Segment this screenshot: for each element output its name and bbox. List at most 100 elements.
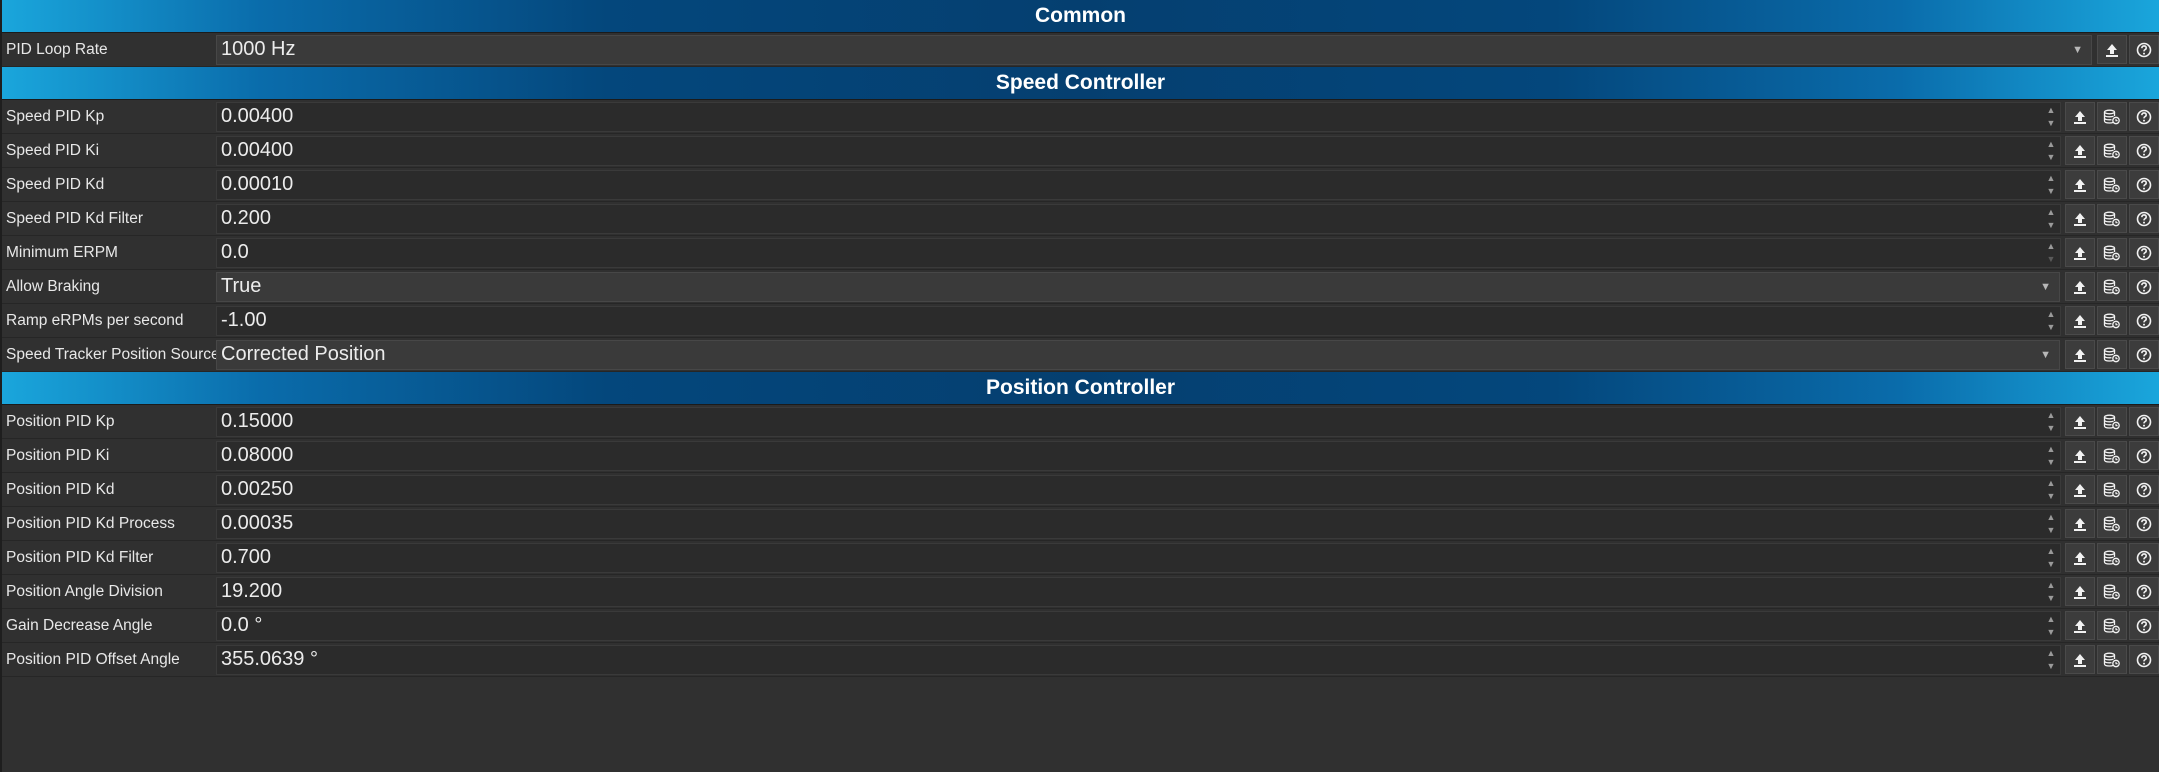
- speed-pid-kd-spinbox[interactable]: 0.00010 ▲ ▼: [216, 169, 2061, 200]
- spin-down-icon[interactable]: ▼: [2047, 593, 2056, 604]
- restore-default-button[interactable]: [2097, 136, 2127, 165]
- gain-decrease-angle-spinbox[interactable]: 0.0 ° ▲ ▼: [216, 610, 2061, 641]
- spin-up-icon[interactable]: ▲: [2047, 512, 2056, 523]
- upload-button[interactable]: [2065, 645, 2095, 674]
- help-button[interactable]: [2129, 35, 2159, 64]
- position-pid-offset-angle-spinbox[interactable]: 355.0639 ° ▲ ▼: [216, 644, 2061, 675]
- restore-default-button[interactable]: [2097, 204, 2127, 233]
- upload-button[interactable]: [2065, 577, 2095, 606]
- spin-down-icon[interactable]: ▼: [2047, 491, 2056, 502]
- param-label: Speed PID Ki: [6, 141, 100, 159]
- upload-button[interactable]: [2065, 509, 2095, 538]
- help-icon: [2136, 652, 2152, 667]
- spin-down-icon[interactable]: ▼: [2047, 118, 2056, 129]
- restore-default-button[interactable]: [2097, 170, 2127, 199]
- spin-down-icon[interactable]: ▼: [2047, 254, 2056, 265]
- help-button[interactable]: [2129, 611, 2159, 640]
- allow-braking-select[interactable]: True ▼: [216, 271, 2060, 302]
- position-pid-ki-spinbox[interactable]: 0.08000 ▲ ▼: [216, 440, 2061, 471]
- spin-down-icon[interactable]: ▼: [2047, 322, 2056, 333]
- restore-default-button[interactable]: [2097, 611, 2127, 640]
- help-button[interactable]: [2129, 340, 2159, 369]
- position-pid-kd-spinbox[interactable]: 0.00250 ▲ ▼: [216, 474, 2061, 505]
- restore-default-button[interactable]: [2097, 306, 2127, 335]
- speed-pid-kp-spinbox[interactable]: 0.00400 ▲ ▼: [216, 101, 2061, 132]
- upload-button[interactable]: [2065, 170, 2095, 199]
- help-button[interactable]: [2129, 543, 2159, 572]
- restore-default-button[interactable]: [2097, 340, 2127, 369]
- spin-down-icon[interactable]: ▼: [2047, 220, 2056, 231]
- help-button[interactable]: [2129, 645, 2159, 674]
- spin-down-icon[interactable]: ▼: [2047, 627, 2056, 638]
- spin-up-icon[interactable]: ▲: [2047, 173, 2056, 184]
- spin-buttons: ▲ ▼: [2044, 614, 2058, 638]
- help-button[interactable]: [2129, 475, 2159, 504]
- spin-down-icon[interactable]: ▼: [2047, 525, 2056, 536]
- spin-up-icon[interactable]: ▲: [2047, 410, 2056, 421]
- upload-button[interactable]: [2065, 407, 2095, 436]
- help-button[interactable]: [2129, 272, 2159, 301]
- spin-down-icon[interactable]: ▼: [2047, 186, 2056, 197]
- restore-default-button[interactable]: [2097, 577, 2127, 606]
- restore-default-button[interactable]: [2097, 407, 2127, 436]
- upload-button[interactable]: [2097, 35, 2127, 64]
- speed-tracker-position-source-select[interactable]: Corrected Position ▼: [216, 339, 2060, 370]
- spin-up-icon[interactable]: ▲: [2047, 478, 2056, 489]
- help-button[interactable]: [2129, 204, 2159, 233]
- spin-up-icon[interactable]: ▲: [2047, 105, 2056, 116]
- spin-up-icon[interactable]: ▲: [2047, 580, 2056, 591]
- restore-default-button[interactable]: [2097, 238, 2127, 267]
- spin-up-icon[interactable]: ▲: [2047, 139, 2056, 150]
- upload-button[interactable]: [2065, 238, 2095, 267]
- spin-up-icon[interactable]: ▲: [2047, 648, 2056, 659]
- spin-up-icon[interactable]: ▲: [2047, 309, 2056, 320]
- help-button[interactable]: [2129, 306, 2159, 335]
- restore-default-button[interactable]: [2097, 645, 2127, 674]
- spin-down-icon[interactable]: ▼: [2047, 457, 2056, 468]
- help-button[interactable]: [2129, 238, 2159, 267]
- spin-down-icon[interactable]: ▼: [2047, 423, 2056, 434]
- position-angle-division-spinbox[interactable]: 19.200 ▲ ▼: [216, 576, 2061, 607]
- help-button[interactable]: [2129, 407, 2159, 436]
- position-pid-kd-filter-spinbox[interactable]: 0.700 ▲ ▼: [216, 542, 2061, 573]
- spin-up-icon[interactable]: ▲: [2047, 241, 2056, 252]
- restore-default-button[interactable]: [2097, 272, 2127, 301]
- upload-button[interactable]: [2065, 136, 2095, 165]
- upload-button[interactable]: [2065, 102, 2095, 131]
- upload-button[interactable]: [2065, 543, 2095, 572]
- upload-icon: [2106, 43, 2118, 57]
- upload-button[interactable]: [2065, 441, 2095, 470]
- position-pid-kp-spinbox[interactable]: 0.15000 ▲ ▼: [216, 406, 2061, 437]
- upload-button[interactable]: [2065, 272, 2095, 301]
- restore-default-button[interactable]: [2097, 509, 2127, 538]
- upload-button[interactable]: [2065, 306, 2095, 335]
- restore-default-button[interactable]: [2097, 475, 2127, 504]
- help-button[interactable]: [2129, 102, 2159, 131]
- help-button[interactable]: [2129, 441, 2159, 470]
- restore-default-button[interactable]: [2097, 102, 2127, 131]
- upload-button[interactable]: [2065, 611, 2095, 640]
- upload-button[interactable]: [2065, 475, 2095, 504]
- pid-loop-rate-select[interactable]: 1000 Hz ▼: [216, 34, 2092, 65]
- help-button[interactable]: [2129, 509, 2159, 538]
- restore-default-button[interactable]: [2097, 543, 2127, 572]
- speed-pid-kd-filter-spinbox[interactable]: 0.200 ▲ ▼: [216, 203, 2061, 234]
- upload-button[interactable]: [2065, 340, 2095, 369]
- spin-up-icon[interactable]: ▲: [2047, 546, 2056, 557]
- restore-default-button[interactable]: [2097, 441, 2127, 470]
- upload-button[interactable]: [2065, 204, 2095, 233]
- ramp-erpms-per-second-spinbox[interactable]: -1.00 ▲ ▼: [216, 305, 2061, 336]
- upload-icon: [2074, 483, 2086, 497]
- spin-up-icon[interactable]: ▲: [2047, 614, 2056, 625]
- help-button[interactable]: [2129, 170, 2159, 199]
- minimum-erpm-spinbox[interactable]: 0.0 ▲ ▼: [216, 237, 2061, 268]
- spin-down-icon[interactable]: ▼: [2047, 559, 2056, 570]
- speed-pid-ki-spinbox[interactable]: 0.00400 ▲ ▼: [216, 135, 2061, 166]
- spin-down-icon[interactable]: ▼: [2047, 152, 2056, 163]
- spin-up-icon[interactable]: ▲: [2047, 444, 2056, 455]
- position-pid-kd-process-spinbox[interactable]: 0.00035 ▲ ▼: [216, 508, 2061, 539]
- spin-up-icon[interactable]: ▲: [2047, 207, 2056, 218]
- spin-down-icon[interactable]: ▼: [2047, 661, 2056, 672]
- help-button[interactable]: [2129, 577, 2159, 606]
- help-button[interactable]: [2129, 136, 2159, 165]
